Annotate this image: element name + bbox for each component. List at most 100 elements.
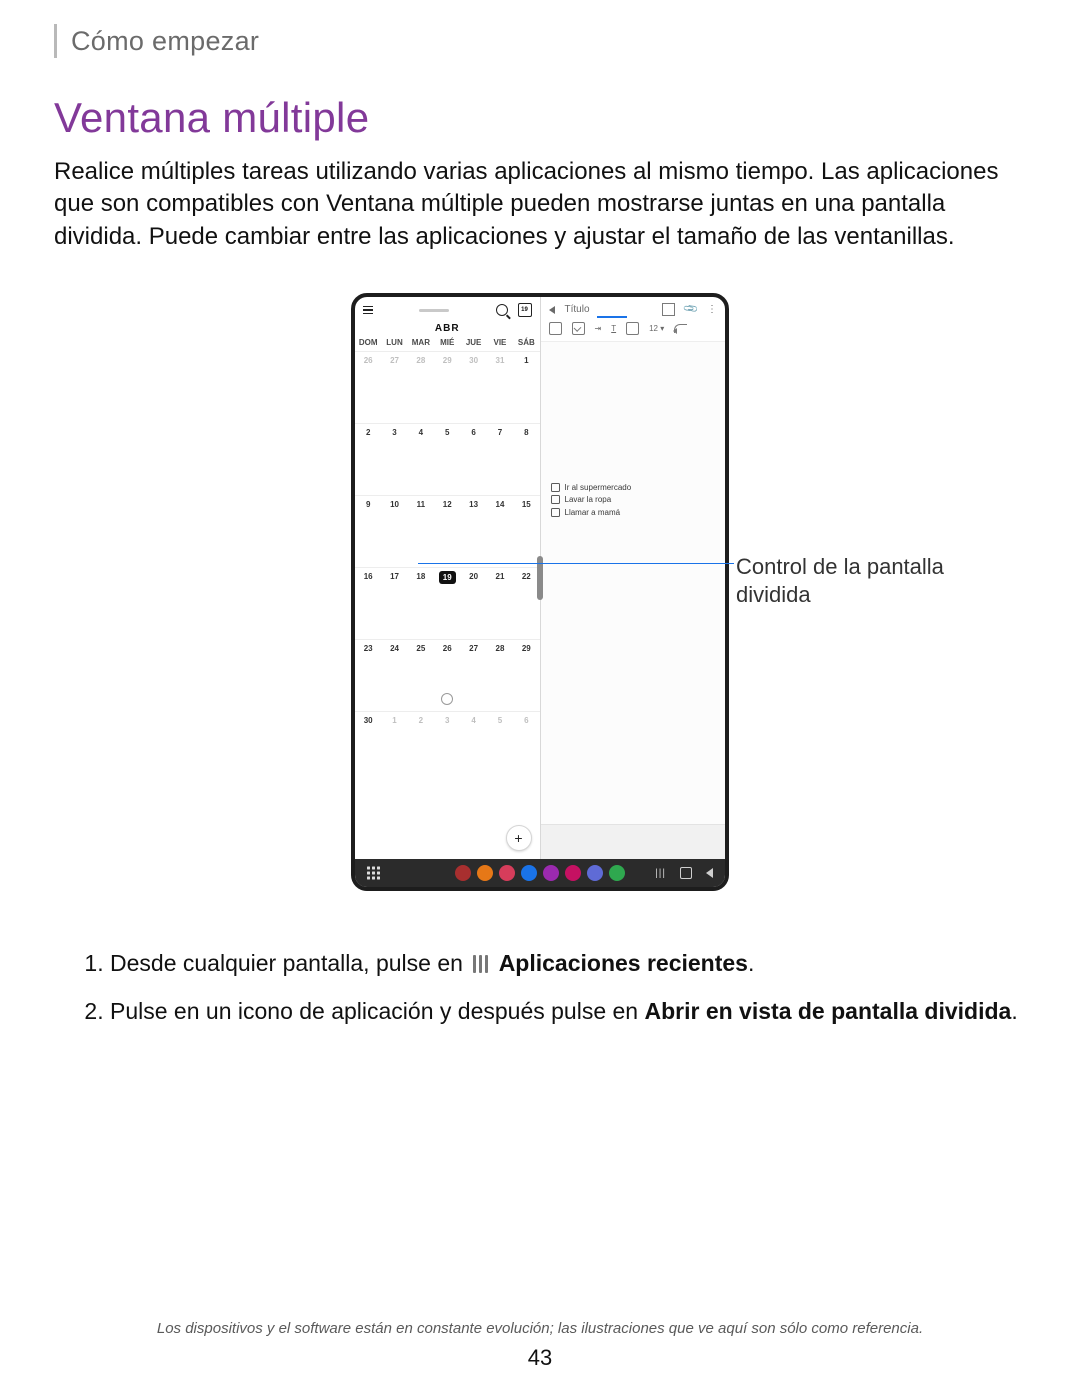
calendar-day-cell[interactable]: 21 [487, 567, 513, 639]
calendar-dow: LUN [381, 336, 407, 351]
taskbar-app-icon[interactable] [455, 865, 471, 881]
calendar-day-cell[interactable]: 27 [381, 351, 407, 423]
insert-icon[interactable] [626, 322, 639, 335]
taskbar-app-icon[interactable] [587, 865, 603, 881]
calendar-day-cell[interactable]: 19 [434, 567, 460, 639]
calendar-grid[interactable]: DOMLUNMARMIÉJUEVIESÁB2627282930311234567… [355, 336, 540, 783]
calendar-dow: VIE [487, 336, 513, 351]
calendar-day-cell[interactable]: 30 [460, 351, 486, 423]
step-1: Desde cualquier pantalla, pulse en Aplic… [110, 947, 1026, 980]
step-2-lead: Pulse en un icono de aplicación y despué… [110, 998, 644, 1024]
calendar-day-cell[interactable]: 3 [381, 423, 407, 495]
recents-icon-inline [473, 955, 488, 973]
calendar-day-cell[interactable]: 4 [460, 711, 486, 783]
nav-home-icon[interactable] [680, 867, 692, 879]
callout-split-control: Control de la pantalla dividida [730, 553, 976, 608]
calendar-dow: JUE [460, 336, 486, 351]
calendar-day-cell[interactable]: 5 [487, 711, 513, 783]
calendar-day-cell[interactable]: 6 [513, 711, 539, 783]
calendar-day-cell[interactable]: 28 [408, 351, 434, 423]
calendar-day-cell[interactable]: 10 [381, 495, 407, 567]
nav-back-icon[interactable] [706, 868, 713, 878]
calendar-day-cell[interactable]: 31 [487, 351, 513, 423]
callout-label: Control de la pantalla dividida [730, 553, 976, 608]
search-icon[interactable] [496, 304, 508, 316]
calendar-day-cell[interactable]: 1 [381, 711, 407, 783]
taskbar-app-icon[interactable] [609, 865, 625, 881]
calendar-day-cell[interactable]: 18 [408, 567, 434, 639]
calendar-day-cell[interactable]: 26 [355, 351, 381, 423]
calendar-day-cell[interactable]: 15 [513, 495, 539, 567]
attachment-icon[interactable]: 📎 [682, 301, 699, 317]
calendar-day-cell[interactable]: 11 [408, 495, 434, 567]
calendar-day-cell[interactable]: 3 [434, 711, 460, 783]
back-icon[interactable] [549, 306, 555, 314]
calendar-day-cell[interactable]: 2 [408, 711, 434, 783]
calendar-day-cell[interactable]: 2 [355, 423, 381, 495]
nav-recents-icon[interactable]: ||| [655, 868, 666, 879]
calendar-day-cell[interactable]: 24 [381, 639, 407, 711]
calendar-day-cell[interactable]: 1 [513, 351, 539, 423]
page-title: Ventana múltiple [54, 94, 1026, 142]
calendar-day-cell[interactable]: 29 [513, 639, 539, 711]
step-1-lead: Desde cualquier pantalla, pulse en [110, 950, 469, 976]
calendar-day-cell[interactable]: 23 [355, 639, 381, 711]
today-icon[interactable]: 19 [518, 303, 532, 317]
apps-grid-icon[interactable] [367, 867, 380, 880]
taskbar-app-icon[interactable] [499, 865, 515, 881]
calendar-day-cell[interactable]: 29 [434, 351, 460, 423]
tablet-device-outline: 19 ABR DOMLUNMARMIÉJUEVIESÁB262728293031… [351, 293, 729, 891]
outdent-icon[interactable]: T [611, 324, 616, 333]
breadcrumb-text: Cómo empezar [71, 26, 259, 57]
calendar-day-cell[interactable]: 16 [355, 567, 381, 639]
note-checklist[interactable]: Ir al supermercadoLavar la ropa Llamar a … [551, 482, 632, 519]
calendar-day-cell[interactable]: 22 [513, 567, 539, 639]
taskbar-app-icon[interactable] [543, 865, 559, 881]
calendar-dow: MAR [408, 336, 434, 351]
note-body[interactable]: Ir al supermercadoLavar la ropa Llamar a … [541, 342, 726, 824]
calendar-day-cell[interactable]: 28 [487, 639, 513, 711]
calendar-day-cell[interactable]: 17 [381, 567, 407, 639]
step-2-keyword: Abrir en vista de pantalla dividida [644, 998, 1011, 1024]
calendar-day-cell[interactable]: 26 [434, 639, 460, 711]
calendar-day-cell[interactable]: 27 [460, 639, 486, 711]
checklist-item[interactable]: Lavar la ropa [551, 494, 632, 505]
note-format-toolbar: ⇥ T 12 ▾ [541, 318, 726, 342]
calendar-dow: MIÉ [434, 336, 460, 351]
calendar-day-cell[interactable]: 8 [513, 423, 539, 495]
calendar-day-cell[interactable]: 5 [434, 423, 460, 495]
calendar-day-cell[interactable]: 4 [408, 423, 434, 495]
more-icon[interactable]: ⋮ [707, 304, 717, 315]
taskbar-app-icon[interactable] [521, 865, 537, 881]
calendar-day-cell[interactable]: 25 [408, 639, 434, 711]
checklist-item[interactable]: Ir al supermercado [551, 482, 632, 493]
page-number: 43 [0, 1345, 1080, 1371]
calendar-day-cell[interactable]: 7 [487, 423, 513, 495]
notes-app-pane: Título 📎 ⋮ ⇥ T 12 ▾ [541, 297, 726, 859]
indent-icon[interactable]: ⇥ [595, 324, 602, 333]
calendar-day-cell[interactable]: 14 [487, 495, 513, 567]
text-style-icon[interactable] [549, 322, 562, 335]
step-1-keyword: Aplicaciones recientes [499, 950, 748, 976]
taskbar-app-icon[interactable] [565, 865, 581, 881]
section-header: Cómo empezar [54, 24, 1026, 58]
calendar-day-cell[interactable]: 9 [355, 495, 381, 567]
menu-icon[interactable] [363, 306, 373, 314]
taskbar-app-icon[interactable] [477, 865, 493, 881]
font-size-selector[interactable]: 12 ▾ [649, 324, 664, 333]
calendar-day-cell[interactable]: 12 [434, 495, 460, 567]
calendar-dow: DOM [355, 336, 381, 351]
calendar-day-cell[interactable]: 6 [460, 423, 486, 495]
checklist-item[interactable]: Llamar a mamá [551, 507, 632, 518]
calendar-day-cell[interactable]: 20 [460, 567, 486, 639]
calendar-day-cell[interactable]: 13 [460, 495, 486, 567]
callout-leader-line [418, 563, 734, 564]
calendar-day-cell[interactable]: 30 [355, 711, 381, 783]
pane-drag-handle[interactable] [419, 309, 449, 312]
note-title-field[interactable]: Título [565, 304, 590, 315]
checklist-icon[interactable] [572, 322, 585, 335]
add-event-button[interactable]: + [506, 825, 532, 851]
undo-icon[interactable] [674, 324, 687, 333]
note-keyboard-strip [541, 824, 726, 859]
reader-icon[interactable] [662, 303, 675, 316]
